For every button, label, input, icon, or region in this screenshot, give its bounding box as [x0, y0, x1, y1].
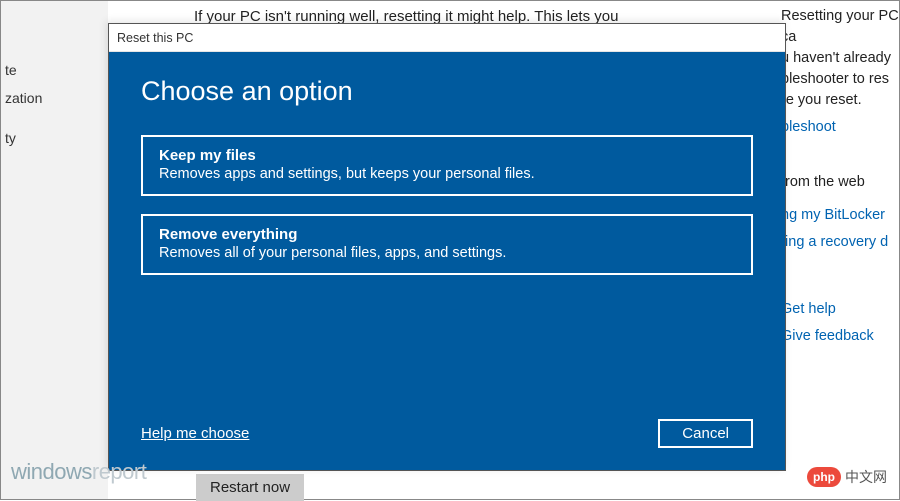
help-me-choose-link[interactable]: Help me choose: [141, 425, 249, 442]
reset-this-pc-dialog: Reset this PC Choose an option Keep my f…: [108, 23, 786, 471]
phpcn-text: 中文网: [845, 467, 887, 487]
windowsreport-watermark: windowsreport: [11, 459, 146, 485]
option-description: Removes apps and settings, but keeps you…: [159, 166, 735, 182]
nav-item-fragment[interactable]: ty: [5, 124, 108, 152]
get-help-link[interactable]: Get help: [781, 299, 899, 320]
settings-right-panel: Resetting your PC ca u haven't already b…: [781, 1, 899, 499]
dialog-title: Reset this PC: [117, 31, 193, 45]
dialog-heading: Choose an option: [141, 76, 753, 107]
bitlocker-link[interactable]: ng my BitLocker: [781, 205, 899, 226]
option-keep-my-files[interactable]: Keep my files Removes apps and settings,…: [141, 135, 753, 196]
troubleshoot-link[interactable]: bleshoot: [781, 117, 899, 138]
php-badge-icon: php: [807, 467, 841, 487]
dialog-titlebar: Reset this PC: [109, 24, 785, 52]
phpcn-watermark: php 中文网: [807, 467, 887, 487]
right-panel-text: from the web: [781, 172, 899, 193]
give-feedback-link[interactable]: Give feedback: [781, 326, 899, 347]
right-panel-text: Resetting your PC ca u haven't already b…: [781, 6, 899, 111]
cancel-button[interactable]: Cancel: [658, 419, 753, 448]
option-description: Removes all of your personal files, apps…: [159, 245, 735, 261]
dialog-footer: Help me choose Cancel: [141, 419, 753, 448]
restart-now-button[interactable]: Restart now: [196, 474, 304, 501]
dialog-body: Choose an option Keep my files Removes a…: [109, 52, 785, 470]
nav-item-fragment[interactable]: zation: [5, 84, 108, 112]
settings-left-nav: te zation ty: [1, 1, 108, 499]
nav-item-fragment[interactable]: te: [5, 56, 108, 84]
option-title: Keep my files: [159, 147, 735, 164]
option-title: Remove everything: [159, 226, 735, 243]
recovery-drive-link[interactable]: ting a recovery d: [781, 232, 899, 253]
option-remove-everything[interactable]: Remove everything Removes all of your pe…: [141, 214, 753, 275]
